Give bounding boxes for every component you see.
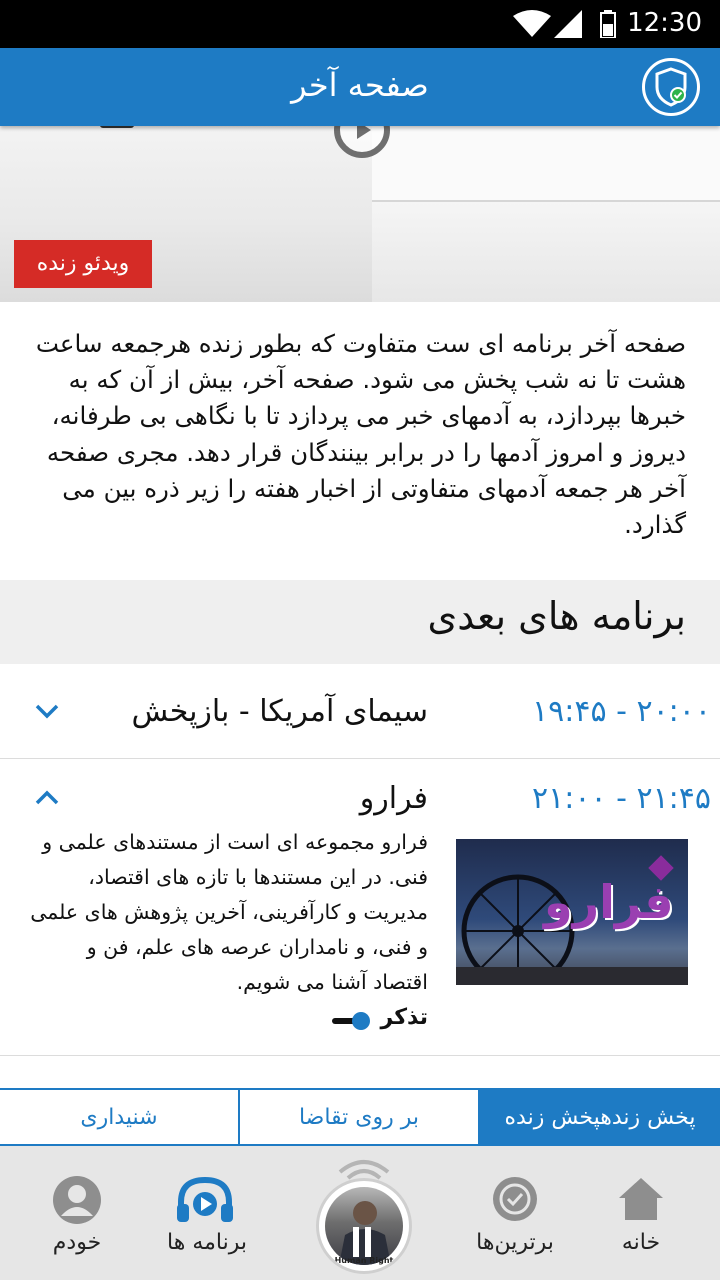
headphones-play-icon [177, 1176, 233, 1222]
home-icon [619, 1178, 663, 1220]
remind-label: تذکر [380, 1005, 428, 1030]
remind-toggle[interactable] [332, 1012, 370, 1030]
content-tabs: پخش زندهپخش زنده بر روی تقاضا شنیداری [0, 1088, 720, 1146]
program-time: ۲۱:۰۰ - ۲۱:۴۵ [532, 781, 712, 816]
thumbnail-logo: فرارو [544, 875, 674, 929]
clock: 12:30 [627, 8, 702, 38]
nav-top-label: برترین‌ها [476, 1230, 554, 1255]
program-thumbnail[interactable]: فرارو [456, 839, 688, 985]
nav-me-label: خودم [52, 1230, 102, 1255]
next-programs-header: برنامه های بعدی [0, 580, 720, 664]
nav-programs[interactable]: برنامه ها [142, 1146, 272, 1280]
live-player-button[interactable]: Human Right [316, 1178, 412, 1274]
status-bar: 12:30 [0, 0, 720, 48]
nav-home[interactable]: خانه [576, 1146, 706, 1280]
tab-audio[interactable]: شنیداری [0, 1090, 240, 1146]
wifi-icon [513, 10, 551, 37]
nav-programs-label: برنامه ها [167, 1230, 247, 1255]
page-title: صفحه آخر [291, 66, 429, 104]
video-frame-lower [372, 202, 720, 302]
chevron-up-icon[interactable] [32, 783, 62, 813]
app-bar: صفحه آخر [0, 48, 720, 126]
profile-icon [53, 1176, 101, 1224]
live-video-player[interactable]: ویدئو زنده [0, 126, 720, 302]
live-thumbnail [325, 1187, 403, 1265]
nav-home-label: خانه [621, 1230, 661, 1255]
nav-top[interactable]: برترین‌ها [450, 1146, 580, 1280]
badge-check-icon [493, 1177, 537, 1221]
section-title: برنامه های بعدی [427, 594, 686, 638]
show-description: صفحه آخر برنامه ای ست متفاوت که بطور زند… [35, 329, 686, 540]
video-detail [100, 126, 134, 128]
program-description: فرارو مجموعه ای است از مستندهای علمی و ف… [30, 830, 428, 994]
tab-on-demand[interactable]: بر روی تقاضا [240, 1090, 480, 1146]
live-video-badge[interactable]: ویدئو زنده [14, 240, 152, 288]
program-time: ۱۹:۴۵ - ۲۰:۰۰ [532, 694, 712, 729]
nav-me[interactable]: خودم [12, 1146, 142, 1280]
live-caption: Human Right [334, 1256, 394, 1265]
signal-icon [554, 10, 582, 38]
shield-check-icon[interactable] [642, 58, 700, 116]
video-frame [372, 126, 720, 202]
program-row[interactable]: ۱۹:۴۵ - ۲۰:۰۰ سیمای آمریکا - بازپخش [0, 664, 720, 759]
program-title: سیمای آمریکا - بازپخش [131, 694, 428, 729]
chevron-down-icon[interactable] [32, 696, 62, 726]
program-row-expanded[interactable]: ۲۱:۰۰ - ۲۱:۴۵ فرارو فرارو مجموعه ای است … [0, 759, 720, 1056]
program-title: فرارو [359, 781, 428, 816]
tab-live[interactable]: پخش زندهپخش زنده [480, 1090, 720, 1146]
battery-icon [600, 10, 616, 38]
